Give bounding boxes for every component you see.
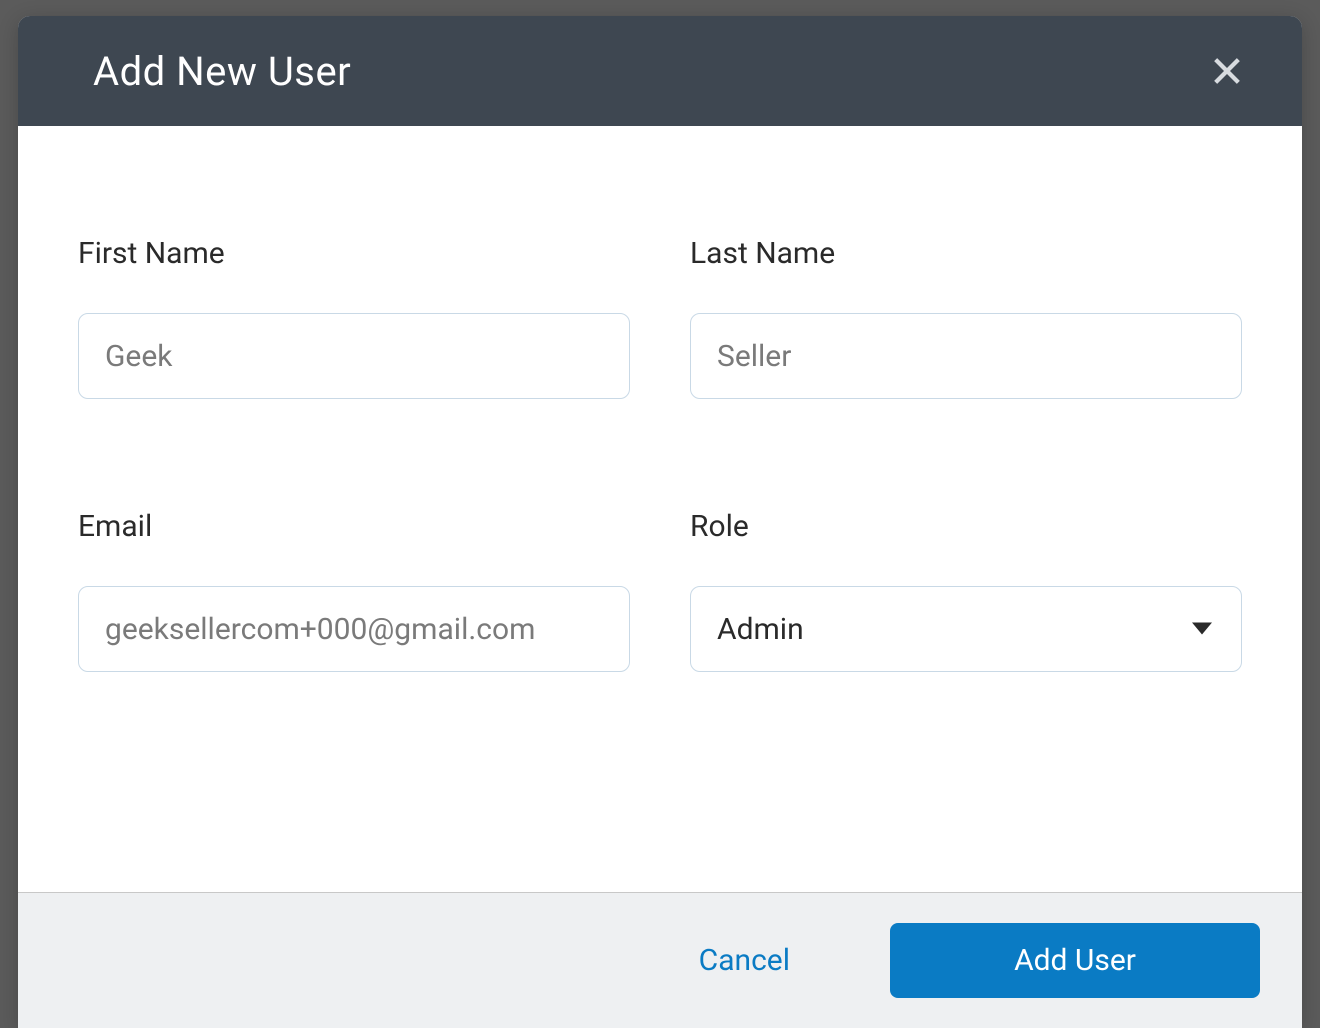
email-input[interactable]	[78, 586, 630, 672]
modal-body: First Name Last Name Email Role Admin	[18, 126, 1302, 892]
close-button[interactable]	[1202, 46, 1252, 96]
cancel-button[interactable]: Cancel	[679, 933, 810, 988]
role-select[interactable]: Admin	[690, 586, 1242, 672]
role-select-wrapper: Admin	[690, 586, 1242, 672]
last-name-label: Last Name	[690, 236, 1242, 271]
add-user-button[interactable]: Add User	[890, 923, 1260, 998]
close-icon	[1210, 54, 1244, 88]
role-group: Role Admin	[690, 509, 1242, 672]
modal-footer: Cancel Add User	[18, 892, 1302, 1028]
modal-header: Add New User	[18, 16, 1302, 126]
first-name-label: First Name	[78, 236, 630, 271]
role-label: Role	[690, 509, 1242, 544]
modal-title: Add New User	[93, 48, 351, 95]
email-label: Email	[78, 509, 630, 544]
last-name-group: Last Name	[690, 236, 1242, 399]
first-name-group: First Name	[78, 236, 630, 399]
form-grid: First Name Last Name Email Role Admin	[78, 236, 1242, 672]
email-group: Email	[78, 509, 630, 672]
last-name-input[interactable]	[690, 313, 1242, 399]
add-user-modal: Add New User First Name Last Name Email	[18, 16, 1302, 1028]
first-name-input[interactable]	[78, 313, 630, 399]
